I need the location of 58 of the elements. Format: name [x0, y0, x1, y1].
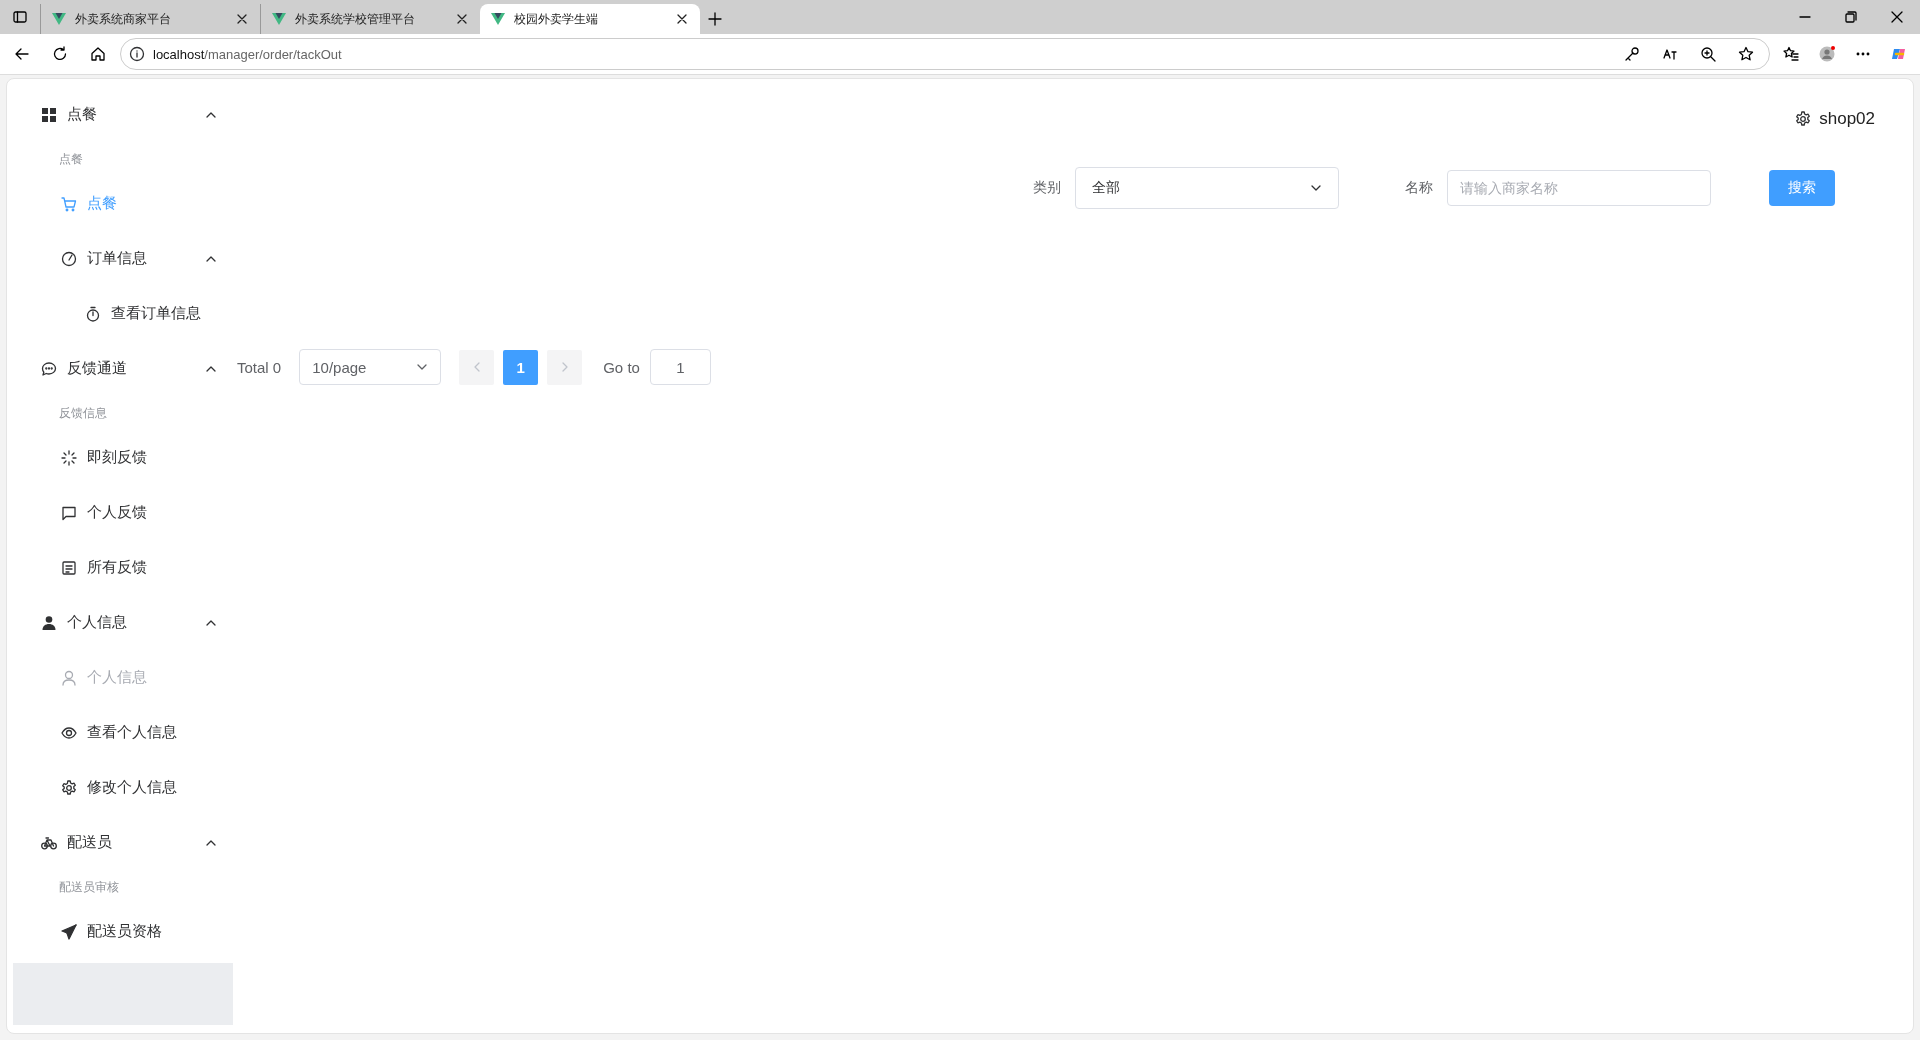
favorites-icon[interactable] [1783, 46, 1799, 62]
minimize-icon [1797, 16, 1813, 18]
user-icon [41, 614, 57, 631]
menu-item[interactable]: 即刻反馈 [13, 430, 233, 485]
category-select[interactable]: 全部 [1075, 167, 1339, 209]
v-logo-icon [271, 11, 287, 27]
browser-tab[interactable]: 外卖系统商家平台 [40, 4, 260, 34]
submenu-title[interactable]: 个人信息 [13, 595, 233, 650]
profile-avatar-icon[interactable] [1819, 46, 1835, 62]
v-logo-icon [490, 11, 506, 27]
gauge-icon [61, 250, 77, 267]
stopwatch-icon [85, 305, 101, 322]
sidebar-icon [12, 9, 28, 25]
bicycle-icon [41, 834, 57, 851]
goto-label: Go to [603, 358, 640, 376]
key-icon[interactable] [1624, 46, 1640, 62]
menu-item[interactable]: 查看个人信息 [13, 705, 233, 760]
menu-group-title: 配送员审核 [59, 878, 119, 896]
eye-icon [61, 724, 77, 741]
submenu-title[interactable]: 配送员 [13, 815, 233, 870]
v-logo-icon [51, 11, 67, 27]
plus-icon [707, 11, 723, 27]
submenu-title[interactable]: 反馈通道 [13, 341, 233, 396]
user-icon [61, 669, 77, 686]
browser-tab[interactable]: 校园外卖学生端 [480, 4, 700, 34]
zoom-in-icon[interactable] [1700, 46, 1716, 62]
menu-item[interactable]: 配送员资格 [13, 904, 233, 959]
reload-icon [52, 46, 68, 62]
settings-icon[interactable] [1795, 111, 1812, 127]
user-name: shop02 [1819, 109, 1875, 129]
submenu-title[interactable]: 点餐 [13, 87, 233, 142]
menu-item[interactable]: 所有反馈 [13, 540, 233, 595]
menu-item[interactable]: 查看订单信息 [13, 286, 233, 341]
menu-item[interactable]: 个人反馈 [13, 485, 233, 540]
home-icon [90, 46, 106, 62]
chat-bubble-icon [41, 360, 57, 377]
menu-group-title: 点餐 [59, 150, 83, 168]
document-icon [61, 559, 77, 576]
menu-group-title: 反馈信息 [59, 404, 107, 422]
back-arrow-icon [14, 46, 30, 62]
close-icon [1889, 9, 1905, 25]
field-label: 名称 [1405, 179, 1433, 197]
cart-icon [61, 195, 77, 212]
restore-icon [1843, 9, 1859, 25]
settings-icon [61, 779, 77, 796]
name-input-field[interactable]: 请输入商家名称 [1447, 170, 1711, 206]
total-count: Total 0 [237, 358, 282, 376]
info-icon [129, 46, 145, 62]
goto-page-input[interactable]: 1 [649, 349, 711, 385]
menu-item[interactable]: 修改个人信息 [13, 760, 233, 815]
url-text[interactable]: localhost/manager/order/tackOut [153, 46, 1609, 62]
star-icon[interactable] [1738, 46, 1754, 62]
grid-icon [41, 106, 57, 123]
submenu-title[interactable]: 订单信息 [13, 231, 233, 286]
loading-icon [61, 449, 77, 466]
paper-plane-icon [61, 923, 77, 940]
field-label: 类别 [1033, 179, 1061, 197]
page-size-select[interactable]: 10/page [299, 349, 442, 385]
